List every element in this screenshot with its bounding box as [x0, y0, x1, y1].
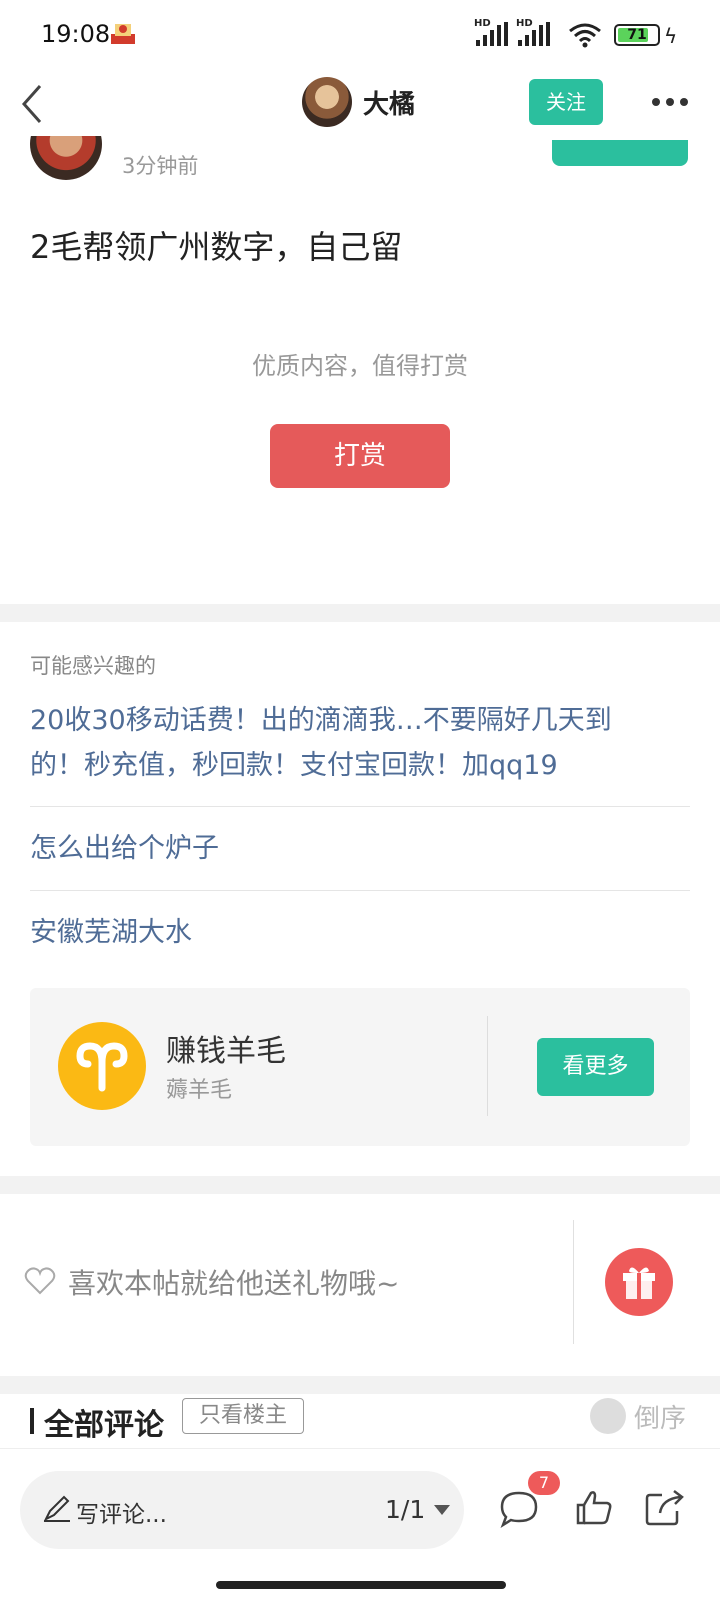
home-indicator: [216, 1581, 506, 1589]
chevron-down-icon[interactable]: [434, 1505, 450, 1515]
title-bar: 大橘 关注: [0, 70, 720, 136]
back-arrow-icon[interactable]: [18, 82, 48, 126]
related-item[interactable]: 20收30移动话费！出的滴滴我…不要隔好几天到 的！秒充值，秒回款！支付宝回款！…: [30, 698, 690, 788]
related-item-line: 的！秒充值，秒回款！支付宝回款！加qq19: [30, 750, 558, 781]
status-time: 19:08: [41, 20, 111, 48]
post-detail-screen: 19:08 HD HD 71 ϟ 3分钟前 大橘 关注 2毛帮领广州数字，自己留…: [0, 0, 720, 1600]
op-only-button[interactable]: 只看楼主: [182, 1398, 304, 1434]
header-avatar[interactable]: [302, 77, 352, 127]
post-follow-button[interactable]: [552, 140, 688, 166]
reward-button[interactable]: 打赏: [270, 424, 450, 488]
comments-header: 全部评论 只看楼主 倒序: [0, 1396, 720, 1448]
related-item[interactable]: 安徽芜湖大水: [30, 910, 690, 955]
thumbs-up-icon[interactable]: [574, 1487, 614, 1527]
write-comment-input[interactable]: 写评论... 1/1: [20, 1471, 464, 1549]
forum-subtitle: 薅羊毛: [166, 1078, 233, 1103]
signal-icon-1: HD: [474, 18, 510, 48]
wifi-icon: [569, 23, 601, 48]
signal-2-label: HD: [516, 18, 533, 29]
post-time: 3分钟前: [122, 154, 199, 178]
charging-icon: ϟ: [664, 24, 678, 48]
forum-name: 赚钱羊毛: [166, 1034, 286, 1069]
section-marker: [30, 1408, 34, 1434]
post-content: 2毛帮领广州数字，自己留: [30, 228, 403, 266]
page-indicator[interactable]: 1/1: [385, 1495, 425, 1524]
forum-card[interactable]: 赚钱羊毛 薅羊毛 看更多: [30, 988, 690, 1146]
app-notification-icon: [111, 24, 135, 44]
comment-count-badge: 7: [528, 1471, 560, 1495]
battery-icon: 71: [614, 24, 660, 46]
divider: [487, 1016, 488, 1116]
signal-1-label: HD: [474, 18, 491, 29]
sort-icon[interactable]: [590, 1398, 626, 1434]
gift-icon: [623, 1267, 655, 1299]
divider: [30, 806, 690, 807]
section-divider: [0, 604, 720, 622]
comment-icon[interactable]: [498, 1489, 540, 1529]
see-more-button[interactable]: 看更多: [537, 1038, 654, 1096]
related-item[interactable]: 怎么出给个炉子: [30, 826, 690, 871]
divider: [30, 890, 690, 891]
section-divider: [0, 1176, 720, 1194]
aries-icon: [58, 1022, 146, 1110]
pen-icon: [43, 1495, 70, 1522]
divider: [573, 1220, 574, 1344]
header-author-name[interactable]: 大橘: [363, 84, 415, 121]
signal-icon-2: HD: [516, 18, 552, 48]
share-icon[interactable]: [644, 1487, 686, 1527]
comments-title: 全部评论: [44, 1408, 164, 1443]
related-item-line: 20收30移动话费！出的滴滴我…不要隔好几天到: [30, 705, 612, 736]
reward-hint: 优质内容，值得打赏: [252, 352, 468, 380]
comment-placeholder: 写评论...: [76, 1502, 167, 1528]
section-divider: [0, 1376, 720, 1394]
gift-row: 喜欢本帖就给他送礼物哦~: [0, 1194, 720, 1374]
follow-button[interactable]: 关注: [529, 79, 603, 125]
battery-level: 71: [627, 27, 647, 43]
heart-icon[interactable]: [24, 1266, 56, 1296]
gift-button[interactable]: [605, 1248, 673, 1316]
related-section-title: 可能感兴趣的: [30, 654, 156, 678]
sort-order-label[interactable]: 倒序: [634, 1398, 686, 1435]
bottom-action-bar: 写评论... 1/1 7: [0, 1448, 720, 1600]
more-options-icon[interactable]: [652, 98, 692, 108]
gift-prompt: 喜欢本帖就给他送礼物哦~: [68, 1267, 400, 1300]
status-bar: 19:08 HD HD 71 ϟ: [0, 0, 720, 70]
